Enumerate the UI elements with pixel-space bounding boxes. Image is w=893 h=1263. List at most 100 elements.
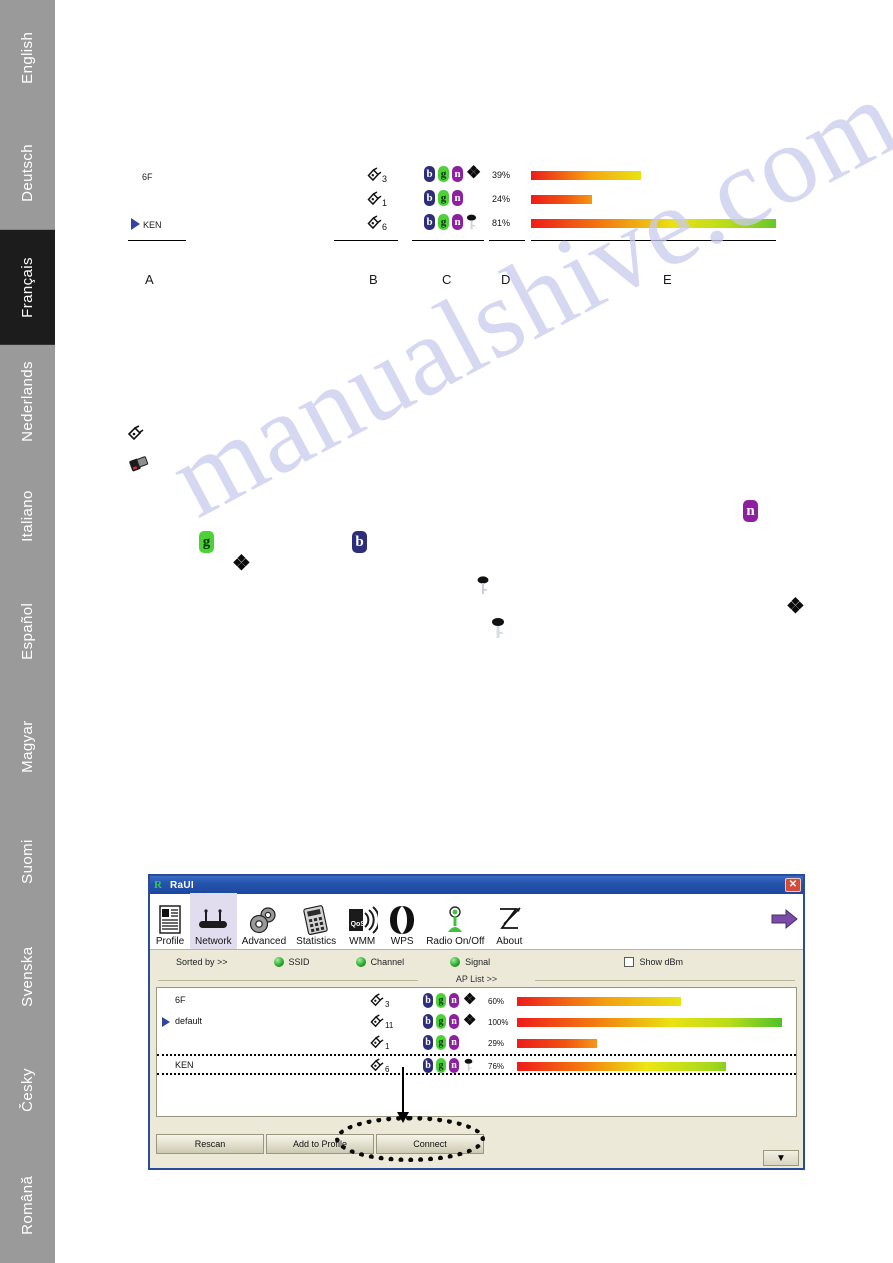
legend-mode-g-icon: g	[199, 531, 214, 553]
rule-d	[489, 240, 525, 241]
ap-channel-number: 6	[385, 1065, 390, 1074]
ap-signal-percent: 60%	[488, 997, 505, 1006]
sort-option-ssid[interactable]: SSID	[273, 957, 310, 967]
divider-line-left	[158, 980, 418, 981]
diagram-key-icon	[466, 214, 477, 236]
ap-list-row[interactable]: 1 b g n 29%	[157, 1033, 796, 1054]
ap-ssid-label: default	[175, 1016, 203, 1026]
legend-key-icon-2	[490, 617, 504, 638]
ap-mode-n-icon: n	[449, 1058, 459, 1073]
legend-wps-icon-left: ❖	[232, 551, 251, 575]
ap-key-icon	[464, 1058, 473, 1078]
sort-option-channel-label: Channel	[370, 957, 405, 967]
tab-radioonoff[interactable]: Radio On/Off	[421, 893, 489, 949]
tab-advanced[interactable]: Advanced	[237, 893, 291, 949]
sidebar-item-label: Română	[19, 1176, 36, 1236]
router-icon	[196, 904, 230, 936]
sorted-by-label: Sorted by >>	[176, 957, 228, 967]
column-letter-a: A	[145, 272, 154, 287]
ap-mode-b-icon: b	[423, 1014, 433, 1029]
column-letter-c: C	[442, 272, 452, 287]
ap-signal-percent: 76%	[488, 1062, 505, 1071]
diagram-signal-percent: 81%	[492, 218, 511, 228]
diagram-channel-number: 3	[382, 174, 388, 184]
sidebar-item-espaol[interactable]: Español	[0, 574, 55, 689]
diagram-signal-percent: 24%	[492, 194, 511, 204]
tab-profile[interactable]: Profile	[150, 893, 190, 949]
ap-mode-g-icon: g	[436, 1035, 446, 1050]
legend-mode-b-icon: b	[352, 531, 367, 553]
sidebar-item-label: Česky	[19, 1068, 36, 1113]
diagram-antenna-icon	[366, 167, 382, 185]
sidebar-item-esky[interactable]: Česky	[0, 1033, 55, 1148]
sort-option-channel[interactable]: Channel	[355, 957, 405, 967]
show-dbm-label: Show dBm	[639, 957, 683, 967]
ap-list-divider: AP List >>	[150, 974, 803, 987]
sidebar-item-svenska[interactable]: Svenska	[0, 919, 55, 1034]
sidebar-item-magyar[interactable]: Magyar	[0, 689, 55, 804]
sidebar-item-suomi[interactable]: Suomi	[0, 804, 55, 919]
sort-bar: Sorted by >> SSID Channel Signal Show dB…	[150, 950, 803, 974]
diagram-antenna-icon	[366, 215, 382, 233]
show-dbm-checkbox[interactable]: Show dBm	[624, 957, 683, 967]
ap-mode-g-icon: g	[436, 1014, 446, 1029]
tab-network[interactable]: Network	[190, 893, 237, 949]
diagram-mode-b-icon: b	[424, 190, 435, 206]
diagram-signal-bar	[531, 171, 641, 180]
ap-mode-b-icon: b	[423, 1058, 433, 1073]
gears-icon	[247, 904, 281, 936]
sidebar-item-label: Italiano	[19, 490, 36, 543]
diagram-mode-g-icon: g	[438, 190, 449, 206]
ap-wps-icon: ❖	[463, 1013, 477, 1029]
profile-icon	[155, 904, 185, 936]
rescan-button[interactable]: Rescan	[156, 1134, 264, 1154]
sidebar-item-nederlands[interactable]: Nederlands	[0, 344, 55, 459]
diagram-channel-number: 6	[382, 222, 388, 232]
tab-wmm[interactable]: QoS WMM	[341, 893, 383, 949]
sidebar-item-label: Español	[19, 602, 36, 660]
diagram-signal-bar	[531, 195, 592, 204]
ap-list-row[interactable]: default 11 b g n ❖ 100%	[157, 1012, 796, 1033]
tab-label: Advanced	[241, 936, 287, 947]
ap-list-row[interactable]: 6F 3 b g n ❖ 60%	[157, 991, 796, 1012]
diagram-channel-number: 1	[382, 198, 388, 208]
tab-label: About	[496, 936, 523, 947]
diagram-wps-icon: ❖	[466, 163, 482, 182]
raui-window-title: RaUI	[170, 879, 194, 891]
rule-a	[128, 240, 186, 241]
tab-about[interactable]: About	[489, 893, 529, 949]
ap-mode-n-icon: n	[449, 993, 459, 1008]
connect-highlight-ellipse	[335, 1116, 485, 1162]
sidebar-item-italiano[interactable]: Italiano	[0, 459, 55, 574]
ap-list-label: AP List >>	[450, 974, 503, 984]
scroll-down-button[interactable]: ▼	[763, 1150, 799, 1166]
diagram-mode-n-icon: n	[452, 214, 463, 230]
diagram-signal-bar	[531, 219, 776, 228]
svg-text:QoS: QoS	[351, 921, 366, 928]
ap-signal-bar	[517, 997, 681, 1006]
legend-key-icon-1	[476, 575, 489, 595]
ap-list-callout-diagram: 6F KEN A B C D E 3 b g n ❖ 39% 1 b g n 24% 6 b g n 81%	[0, 0, 893, 310]
ap-signal-bar	[517, 1039, 597, 1048]
raui-logo-icon: R	[154, 879, 162, 891]
column-letter-d: D	[501, 272, 511, 287]
diagram-antenna-icon	[366, 191, 382, 209]
divider-line-right	[535, 980, 795, 981]
ap-channel-number: 11	[385, 1021, 394, 1030]
ap-mode-b-icon: b	[423, 993, 433, 1008]
sort-option-signal[interactable]: Signal	[450, 957, 490, 967]
column-letter-e: E	[663, 272, 672, 287]
tab-label: Radio On/Off	[426, 936, 485, 947]
diagram-mode-b-icon: b	[424, 166, 435, 182]
diagram-mode-b-icon: b	[424, 214, 435, 230]
sidebar-item-label: Magyar	[19, 720, 36, 773]
connect-pointer-arrow	[397, 1067, 409, 1123]
close-icon[interactable]: ✕	[785, 878, 801, 892]
next-arrow-icon[interactable]	[771, 908, 799, 935]
toolbar-items: Profile Network Advanced Statistics QoS WMM WP…	[150, 893, 529, 949]
ap-list[interactable]: 6F 3 b g n ❖ 60% default 11 b g n ❖ 100% 1 b g n 29% KEN 6 b g…	[156, 987, 797, 1117]
tab-statistics[interactable]: Statistics	[291, 893, 341, 949]
sidebar-item-romn[interactable]: Română	[0, 1148, 55, 1263]
ap-list-row[interactable]: KEN 6 b g n 76%	[157, 1054, 796, 1075]
tab-wps[interactable]: WPS	[383, 893, 421, 949]
